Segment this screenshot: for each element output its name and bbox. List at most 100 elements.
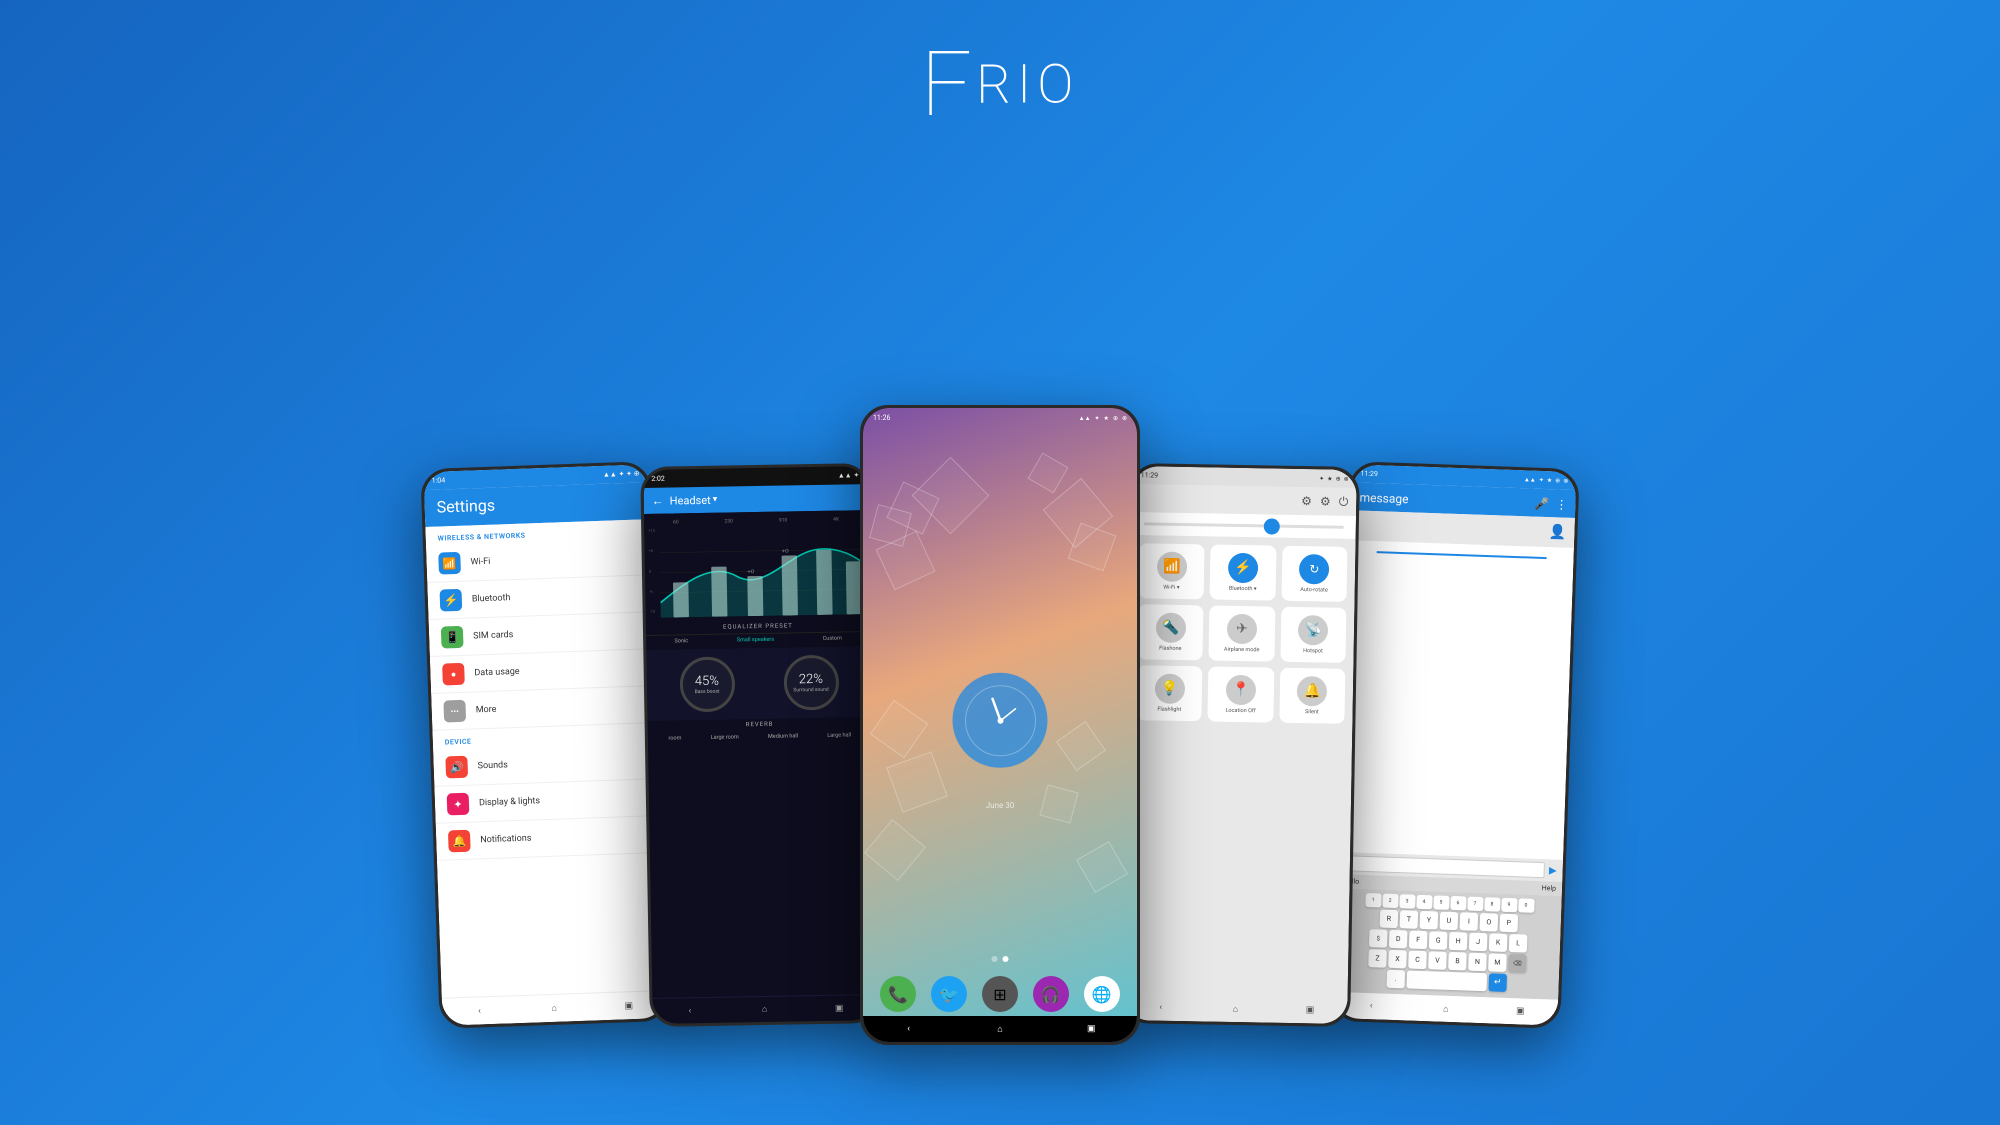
key-f[interactable]: F [1409,931,1428,950]
qs-tile-autorotate[interactable]: ↻ Auto-rotate [1281,546,1347,602]
home-nav-2[interactable]: ⌂ [757,1002,771,1016]
preset-custom[interactable]: Custom [823,636,842,642]
settings-item-notif[interactable]: 🔔 Notifications [436,816,661,861]
home-nav-msg[interactable]: ⌂ [1439,1002,1453,1016]
msg-title: message [1359,491,1408,507]
clock-svg [960,680,1040,760]
grid-app[interactable]: ⊞ [982,976,1018,1012]
key-r-num[interactable]: 4 [1416,895,1432,910]
key-o[interactable]: O [1480,913,1499,932]
key-dot[interactable]: . [1386,970,1405,989]
key-enter[interactable]: ↵ [1488,973,1507,992]
key-y[interactable]: Y [1420,911,1439,930]
data-icon: ● [442,663,465,686]
recents-nav-msg[interactable]: ▣ [1513,1004,1527,1018]
home-nav-qs[interactable]: ⌂ [1228,1002,1242,1016]
reverb-medium[interactable]: Medium hall [768,733,798,740]
phone-quick-settings: 11:29 ✦★⊕⊗ ⚙ ⚙ ⏻ 📶 [1120,463,1360,1027]
qs-tile-extra[interactable]: 🔔 Silent [1279,668,1345,724]
qs-tile-location[interactable]: 📍 Location Off [1208,666,1274,722]
status-icons-2: ▲▲ ✦ [838,471,860,479]
back-nav-msg[interactable]: ‹ [1364,999,1378,1013]
key-e-num[interactable]: 3 [1399,894,1415,909]
qs-settings-icon[interactable]: ⚙ [1301,494,1312,508]
reverb-large[interactable]: Large room [711,734,739,740]
date-label: June 30 [986,801,1014,810]
twitter-app[interactable]: 🐦 [931,976,967,1012]
key-m[interactable]: M [1488,953,1507,972]
recents-nav[interactable]: ▣ [622,998,636,1012]
chrome-app[interactable]: 🌐 [1084,976,1120,1012]
suggest-help[interactable]: Help [1542,884,1557,892]
phone-app[interactable]: 📞 [880,976,916,1012]
equalizer-screen: 2:02 ▲▲ ✦ ← Headset ▾ 602309104K +12+60-… [643,466,877,1024]
msg-send-icon[interactable]: ▶ [1549,865,1557,876]
key-w-num[interactable]: 2 [1382,894,1398,909]
msg-menu-icon[interactable]: ⋮ [1555,497,1567,511]
key-dollar[interactable]: $ [1369,929,1388,948]
key-p-num[interactable]: 0 [1518,898,1534,913]
msg-mic-icon[interactable]: 🎤 [1534,497,1549,512]
key-k[interactable]: K [1489,933,1508,952]
key-z[interactable]: Z [1368,949,1387,968]
time-1: 1:04 [432,476,446,484]
key-h[interactable]: H [1449,932,1468,951]
back-nav-2[interactable]: ‹ [683,1004,697,1018]
key-v[interactable]: V [1428,951,1447,970]
recents-nav-home[interactable]: ▣ [1084,1022,1098,1036]
qs-tile-airplane[interactable]: ✈ Airplane mode [1209,605,1275,661]
key-r[interactable]: R [1380,909,1399,928]
brightness-thumb[interactable] [1264,518,1280,534]
qs-gear-icon[interactable]: ⚙ [1320,494,1331,508]
key-y-num[interactable]: 6 [1450,896,1466,911]
back-nav[interactable]: ‹ [472,1004,486,1018]
key-n[interactable]: N [1468,953,1487,972]
preset-sonic[interactable]: Sonic [674,638,688,644]
preset-small[interactable]: Small speakers [737,637,774,644]
brightness-track[interactable] [1144,522,1344,528]
more-label: More [476,705,497,716]
contact-icon[interactable]: 👤 [1549,524,1567,541]
eq-header: ← Headset ▾ [643,484,867,514]
more-icon: ••• [443,700,466,723]
key-backspace[interactable]: ⌫ [1508,954,1527,973]
surround-label: Surround sound [793,687,828,694]
key-x[interactable]: X [1388,950,1407,969]
reverb-largehall[interactable]: Large hall [827,732,851,738]
key-d[interactable]: D [1389,930,1408,949]
qs-tile-wifi[interactable]: 📶 Wi-Fi ▾ [1139,543,1205,599]
phone-settings: 1:04 ▲▲ ✦ ✦ ⊕ Settings WIRELESS & NETWOR… [420,461,669,1029]
back-nav-home[interactable]: ‹ [902,1022,916,1036]
qs-screen: 11:29 ✦★⊕⊗ ⚙ ⚙ ⏻ 📶 [1123,466,1357,1024]
music-app[interactable]: 🎧 [1033,976,1069,1012]
back-nav-qs[interactable]: ‹ [1154,1001,1168,1015]
qs-tile-bluetooth[interactable]: ⚡ Bluetooth ▾ [1210,544,1276,600]
key-space[interactable] [1406,970,1487,991]
key-g[interactable]: G [1429,931,1448,950]
home-nav[interactable]: ⌂ [547,1001,561,1015]
qs-tile-hotspot[interactable]: 📡 Hotspot [1280,607,1346,663]
reverb-room[interactable]: room [668,735,681,741]
key-b[interactable]: B [1448,952,1467,971]
recents-nav-qs[interactable]: ▣ [1303,1003,1317,1017]
key-l[interactable]: L [1509,934,1528,953]
key-c[interactable]: C [1408,951,1427,970]
qs-tiles-grid: 📶 Wi-Fi ▾ ⚡ Bluetooth ▾ ↻ Auto-rotate 🔦 … [1128,535,1355,732]
key-i-num[interactable]: 8 [1484,897,1500,912]
qs-tile-flashlight[interactable]: 💡 Flashlight [1136,665,1202,721]
key-u-num[interactable]: 7 [1467,897,1483,912]
key-o-num[interactable]: 9 [1501,898,1517,913]
key-u[interactable]: U [1440,912,1459,931]
key-t[interactable]: T [1400,910,1419,929]
home-nav-home[interactable]: ⌂ [993,1022,1007,1036]
recents-nav-2[interactable]: ▣ [832,1001,846,1015]
back-arrow-icon[interactable]: ← [652,494,664,508]
key-t-num[interactable]: 5 [1433,895,1449,910]
qs-nav-bar: ‹ ⌂ ▣ [1123,994,1347,1024]
qs-power-icon[interactable]: ⏻ [1339,494,1349,509]
qs-tile-flash[interactable]: 🔦 Flashone [1137,604,1203,660]
key-j[interactable]: J [1469,933,1488,952]
key-i[interactable]: I [1460,912,1479,931]
key-q-num[interactable]: 1 [1365,893,1381,908]
key-p[interactable]: P [1500,914,1519,933]
